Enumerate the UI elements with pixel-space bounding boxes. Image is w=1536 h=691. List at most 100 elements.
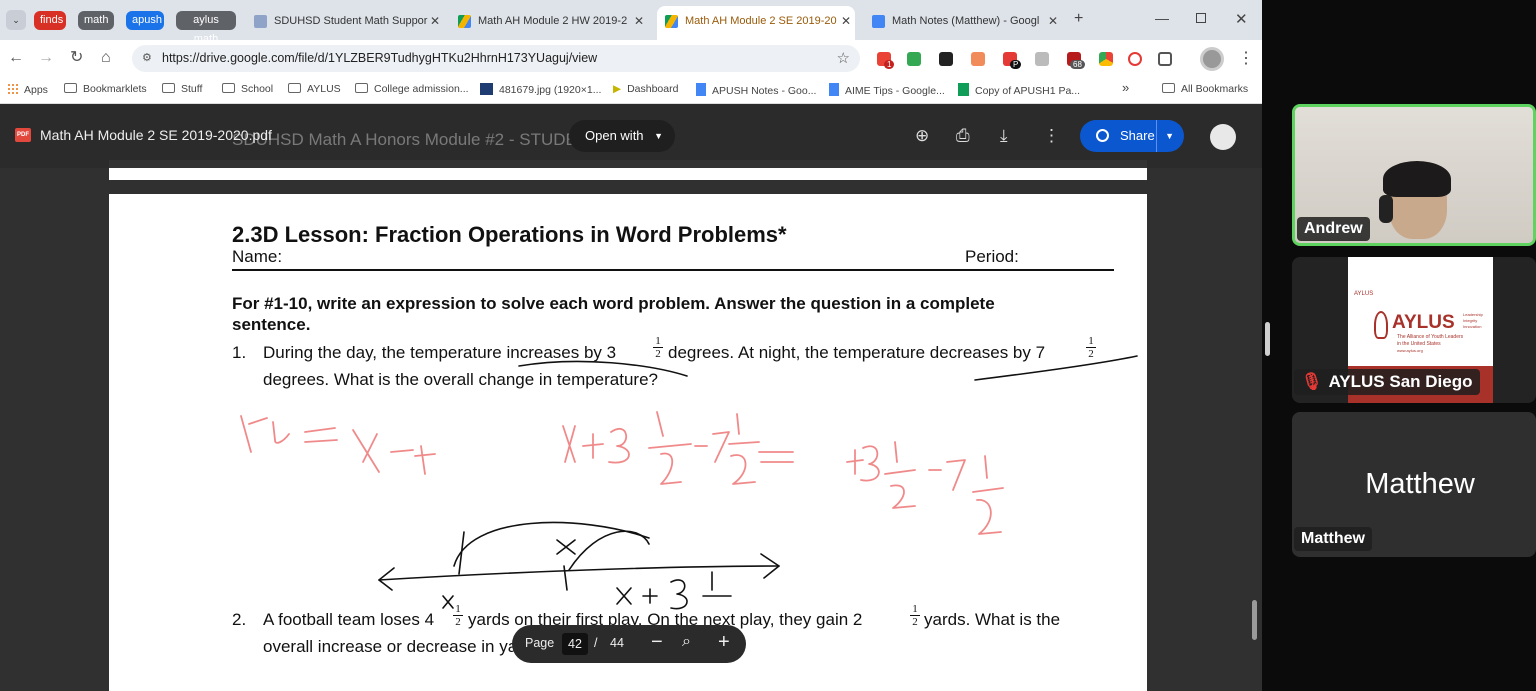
home-icon[interactable]: ⌂ (101, 49, 111, 67)
folder-icon (1162, 83, 1175, 93)
folder-icon (222, 83, 235, 93)
gray-extension-icon[interactable] (1035, 52, 1049, 66)
bookmark-image[interactable]: 481679.jpg (1920×1... (480, 83, 601, 96)
bookmark-aime-tips[interactable]: AIME Tips - Google... (829, 83, 945, 97)
bookmark-apush-notes[interactable]: APUSH Notes - Goo... (696, 83, 816, 97)
share-dropdown-icon[interactable]: ▼ (1156, 120, 1174, 152)
participant-name: Matthew (1294, 527, 1372, 551)
minimize-button[interactable]: — (1155, 10, 1169, 26)
new-tab-button[interactable]: + (1074, 10, 1083, 28)
bookmark-star-icon[interactable]: ☆ (837, 45, 850, 72)
pink-ink-stroke (694, 431, 730, 463)
aylus-tagline: Leadership (1463, 312, 1483, 317)
tab-math-hw[interactable]: Math AH Module 2 HW 2019-2 ✕ (452, 8, 648, 34)
profile-avatar[interactable] (1200, 47, 1224, 71)
bookmarks-bar: Apps Bookmarklets Stuff School AYLUS Col… (0, 76, 1262, 104)
participant-tile-andrew[interactable]: Andrew (1292, 104, 1536, 246)
open-with-label: Open with (585, 128, 644, 143)
tab-group-finds[interactable]: finds (34, 11, 66, 30)
site-info-icon[interactable]: ⚙ (142, 45, 152, 72)
panel-scrollbar-lower[interactable] (1252, 600, 1257, 640)
pink-ink-stroke (562, 425, 576, 463)
bookmark-copy-apush[interactable]: Copy of APUSH1 Pa... (958, 83, 1080, 97)
bookmark-label: School (241, 83, 274, 95)
address-bar[interactable]: ⚙ https://drive.google.com/file/d/1YLZBE… (132, 45, 860, 72)
record-extension-icon[interactable] (1128, 52, 1142, 66)
all-bookmarks-button[interactable]: All Bookmarks (1162, 83, 1248, 95)
aylus-small-text: AYLUS (1354, 291, 1374, 297)
tab-group-math[interactable]: math (78, 11, 114, 30)
wolfram-icon (480, 83, 493, 95)
close-window-button[interactable]: ✕ (1235, 10, 1248, 28)
share-button[interactable]: Share ▼ (1080, 120, 1184, 152)
close-tab-icon[interactable]: ✕ (430, 8, 440, 34)
bookmark-dashboard[interactable]: ▶ Dashboard (613, 83, 678, 95)
gmail-badge: 1 (884, 60, 895, 69)
pink-ink-stroke (728, 413, 760, 485)
folder-icon (64, 83, 77, 93)
zoom-out-icon[interactable]: − (651, 631, 663, 654)
page-number-input[interactable]: 42 (562, 633, 588, 655)
browser-toolbar: ← → ↻ ⌂ ⚙ https://drive.google.com/file/… (0, 40, 1262, 76)
chrome-extension-icon[interactable] (1099, 52, 1113, 66)
participant-name: Andrew (1297, 217, 1370, 241)
tab-math-se[interactable]: Math AH Module 2 SE 2019-20 ✕ (657, 6, 855, 40)
tab-group-apush[interactable]: apush (126, 11, 164, 30)
tab-title: SDUHSD Student Math Suppor (274, 15, 428, 27)
tab-math-notes[interactable]: Math Notes (Matthew) - Googl ✕ (866, 8, 1062, 34)
add-to-drive-icon[interactable]: ⊕ (915, 126, 929, 146)
close-tab-icon[interactable]: ✕ (634, 8, 644, 34)
aylus-url: www.aylus.org (1397, 348, 1423, 353)
close-tab-icon[interactable]: ✕ (1048, 8, 1058, 34)
zoom-icon[interactable]: ⌕ (682, 633, 691, 651)
puzzle-extensions-icon[interactable] (1158, 52, 1172, 66)
bookmark-aylus[interactable]: AYLUS (288, 83, 341, 95)
tab-strip: ⌄ finds math apush aylus math SDUHSD Stu… (0, 0, 1262, 45)
bookmark-label: Apps (24, 84, 48, 96)
count-badge: 68 (1070, 60, 1085, 69)
reload-icon[interactable]: ↻ (70, 49, 83, 67)
more-bookmarks-button[interactable]: » (1122, 80, 1129, 95)
mask-extension-icon[interactable] (939, 52, 953, 66)
panel-scrollbar[interactable] (1265, 322, 1270, 356)
participant-tile-aylus[interactable]: AYLUS AYLUS Leadership Integrity Innovat… (1292, 257, 1536, 403)
zoom-in-icon[interactable]: + (718, 631, 730, 654)
pink-ink-stroke (758, 451, 794, 463)
tab-group-aylus-math[interactable]: aylus math (176, 11, 236, 45)
arc-stroke (568, 530, 650, 571)
pdf-file-icon: PDF (15, 128, 31, 142)
green-extension-icon[interactable] (907, 52, 921, 66)
forward-icon[interactable]: → (38, 49, 54, 67)
pink-ink-stroke (846, 445, 880, 482)
x-label-stroke (616, 587, 632, 605)
back-icon[interactable]: ← (8, 49, 24, 67)
bookmark-stuff[interactable]: Stuff (162, 83, 202, 95)
bookmark-college[interactable]: College admission... (355, 83, 469, 95)
open-with-button[interactable]: Open with ▼ (569, 120, 675, 152)
bookmark-bookmarklets[interactable]: Bookmarklets (64, 83, 147, 95)
docs-icon (696, 83, 706, 96)
close-tab-icon[interactable]: ✕ (841, 6, 851, 36)
download-icon[interactable]: ⤓ (1000, 126, 1008, 146)
tab-search-button[interactable]: ⌄ (6, 10, 26, 30)
print-icon[interactable]: ⎙ (956, 126, 970, 146)
x-mark-stroke (556, 539, 576, 555)
more-options-icon[interactable]: ⋮ (1043, 126, 1060, 146)
file-name: Math AH Module 2 SE 2019-2020.pdf (40, 127, 272, 143)
tab-sduhsd[interactable]: SDUHSD Student Math Suppor ✕ (248, 8, 444, 34)
pink-ink-stroke (352, 429, 380, 473)
tab-title: Math AH Module 2 HW 2019-2 (478, 15, 628, 27)
bookmark-label: Bookmarklets (83, 83, 147, 95)
drive-icon (665, 14, 678, 28)
account-avatar[interactable] (1210, 124, 1236, 150)
pink-ink-stroke (884, 441, 916, 509)
bookmark-label: APUSH Notes - Goo... (712, 85, 817, 97)
bookmark-school[interactable]: School (222, 83, 273, 95)
participant-tile-matthew[interactable]: Matthew Matthew (1292, 412, 1536, 557)
apps-bookmark[interactable]: Apps (7, 83, 48, 96)
tab-title: Math Notes (Matthew) - Googl (892, 15, 1040, 27)
chrome-menu-icon[interactable]: ⋮ (1238, 48, 1254, 68)
pink-ink-stroke (304, 427, 338, 443)
orange-extension-icon[interactable] (971, 52, 985, 66)
restore-button[interactable] (1196, 13, 1206, 23)
